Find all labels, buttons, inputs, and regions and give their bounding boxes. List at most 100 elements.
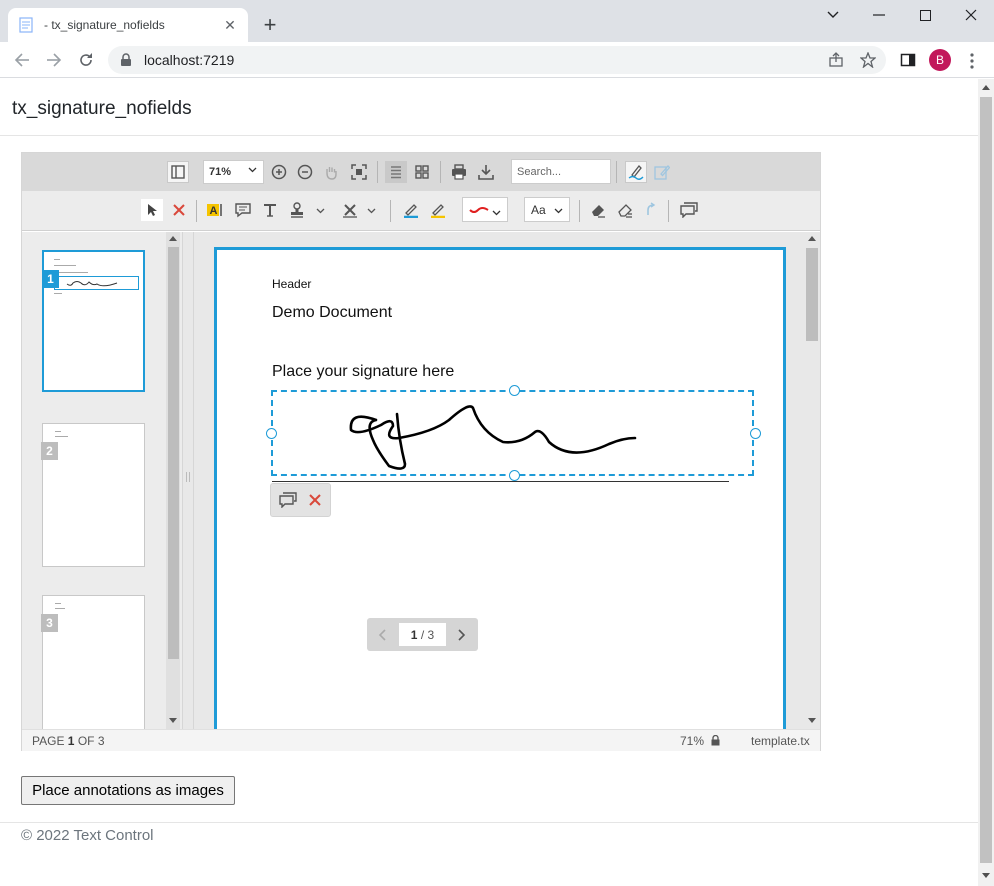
zoom-out-icon[interactable] bbox=[294, 161, 316, 183]
document-scrollbar[interactable] bbox=[804, 232, 820, 729]
scroll-up-arrow-icon[interactable] bbox=[169, 236, 177, 241]
thumb-text-line bbox=[55, 431, 61, 432]
signature-prompt: Place your signature here bbox=[272, 363, 455, 380]
thumbnail-number: 2 bbox=[41, 442, 58, 460]
single-page-view-icon[interactable] bbox=[385, 161, 407, 183]
scrollbar-thumb[interactable] bbox=[806, 248, 818, 341]
zoom-select[interactable]: 71% bbox=[203, 160, 264, 184]
maximize-button[interactable] bbox=[902, 0, 948, 30]
delete-annotation-icon[interactable] bbox=[304, 489, 326, 511]
toggle-sidebar-icon[interactable] bbox=[167, 161, 189, 183]
previous-page-icon[interactable] bbox=[372, 624, 394, 646]
splitter-grip-icon bbox=[186, 472, 190, 482]
eraser-icon[interactable] bbox=[587, 199, 609, 221]
highlight-text-icon[interactable]: A bbox=[204, 199, 226, 221]
zoom-in-icon[interactable] bbox=[268, 161, 290, 183]
tab-search-icon[interactable] bbox=[810, 0, 856, 30]
url-text: localhost:7219 bbox=[144, 52, 235, 68]
edit-signature-icon[interactable] bbox=[651, 161, 673, 183]
toolbar-separator bbox=[390, 200, 391, 222]
pager-total: 3 bbox=[427, 627, 435, 642]
page-viewport: tx_signature_nofields 71% Search... A Aa… bbox=[0, 79, 978, 886]
pan-hand-icon[interactable] bbox=[320, 161, 342, 183]
minimize-button[interactable] bbox=[856, 0, 902, 30]
forward-button[interactable] bbox=[42, 48, 66, 72]
close-tab-icon[interactable]: ✕ bbox=[222, 17, 238, 33]
page-number-field[interactable]: 1 / 3 bbox=[399, 623, 446, 646]
next-page-icon[interactable] bbox=[450, 624, 472, 646]
footer-text: © 2022 Text Control bbox=[21, 827, 154, 844]
place-annotations-button[interactable]: Place annotations as images bbox=[21, 776, 235, 805]
resize-handle-top[interactable] bbox=[509, 385, 520, 396]
resize-handle-bottom[interactable] bbox=[509, 470, 520, 481]
viewer-toolbar-annotations: A Aa bbox=[22, 191, 820, 231]
new-tab-button[interactable]: + bbox=[258, 13, 282, 37]
comments-panel-icon[interactable] bbox=[678, 199, 700, 221]
tab-title: - tx_signature_nofields bbox=[44, 18, 165, 32]
page-scrollbar[interactable] bbox=[978, 79, 994, 886]
reload-button[interactable] bbox=[74, 48, 98, 72]
svg-text:A: A bbox=[210, 205, 218, 217]
browser-tab[interactable]: - tx_signature_nofields ✕ bbox=[8, 8, 248, 42]
page-thumbnail-3[interactable]: 3 bbox=[41, 595, 145, 735]
share-icon[interactable] bbox=[825, 49, 847, 71]
toolbar-separator bbox=[196, 200, 197, 222]
chevron-down-icon bbox=[492, 204, 501, 222]
font-select[interactable]: Aa bbox=[524, 197, 570, 222]
stamp-icon[interactable] bbox=[286, 199, 308, 221]
fit-page-icon[interactable] bbox=[348, 161, 370, 183]
undo-icon[interactable] bbox=[640, 199, 662, 221]
scroll-down-arrow-icon[interactable] bbox=[808, 718, 816, 723]
print-icon[interactable] bbox=[448, 161, 470, 183]
text-tool-icon[interactable] bbox=[259, 199, 281, 221]
toolbar-separator bbox=[440, 161, 441, 183]
erase-all-icon[interactable] bbox=[614, 199, 636, 221]
font-label: Aa bbox=[531, 202, 546, 217]
pager-current: 1 bbox=[410, 627, 418, 642]
comment-icon[interactable] bbox=[232, 199, 254, 221]
pen-color-icon[interactable] bbox=[400, 199, 422, 221]
scrollbar-thumb[interactable] bbox=[980, 97, 992, 863]
close-window-button[interactable] bbox=[948, 0, 994, 30]
browser-menu-icon[interactable] bbox=[962, 50, 982, 72]
scroll-down-arrow-icon[interactable] bbox=[169, 718, 177, 723]
search-placeholder: Search... bbox=[517, 165, 562, 178]
grid-view-icon[interactable] bbox=[411, 161, 433, 183]
select-pointer-icon[interactable] bbox=[141, 199, 163, 221]
thumbnail-number: 1 bbox=[42, 270, 59, 288]
address-bar[interactable]: localhost:7219 bbox=[108, 46, 886, 74]
shape-tool-icon[interactable] bbox=[339, 199, 361, 221]
download-icon[interactable] bbox=[475, 161, 497, 183]
page-thumbnail-1[interactable]: 1 bbox=[42, 250, 145, 392]
scroll-down-arrow-icon[interactable] bbox=[982, 873, 990, 878]
zoom-value: 71% bbox=[209, 166, 232, 178]
signature-stroke bbox=[349, 405, 637, 470]
signature-pen-icon[interactable] bbox=[625, 161, 647, 183]
side-panel-icon[interactable] bbox=[897, 49, 919, 71]
red-stroke-icon bbox=[469, 206, 489, 213]
thumbnail-scrollbar[interactable] bbox=[166, 232, 180, 729]
chevron-down-icon bbox=[248, 165, 257, 177]
line-style-select[interactable] bbox=[462, 197, 508, 222]
signature-annotation[interactable] bbox=[266, 385, 761, 481]
chevron-down-icon[interactable] bbox=[309, 199, 331, 221]
page-thumbnail-2[interactable]: 2 bbox=[41, 423, 145, 567]
delete-annotation-icon[interactable] bbox=[168, 199, 190, 221]
resize-handle-left[interactable] bbox=[266, 428, 277, 439]
bookmark-star-icon[interactable] bbox=[857, 49, 879, 71]
thumb-text-line bbox=[55, 608, 65, 609]
back-button[interactable] bbox=[10, 48, 34, 72]
pane-splitter[interactable] bbox=[182, 232, 194, 729]
avatar[interactable]: B bbox=[929, 49, 951, 71]
viewer-status-bar: PAGE 1 OF 3 71% template.tx bbox=[22, 729, 820, 751]
scrollbar-thumb[interactable] bbox=[168, 247, 179, 659]
status-zoom: 71% bbox=[680, 734, 705, 748]
highlighter-color-icon[interactable] bbox=[427, 199, 449, 221]
comment-annotation-icon[interactable] bbox=[277, 489, 299, 511]
lock-icon bbox=[120, 53, 134, 67]
search-input[interactable]: Search... bbox=[511, 159, 611, 184]
scroll-up-arrow-icon[interactable] bbox=[808, 236, 816, 241]
chevron-down-icon[interactable] bbox=[360, 199, 382, 221]
resize-handle-right[interactable] bbox=[750, 428, 761, 439]
scroll-up-arrow-icon[interactable] bbox=[982, 85, 990, 90]
